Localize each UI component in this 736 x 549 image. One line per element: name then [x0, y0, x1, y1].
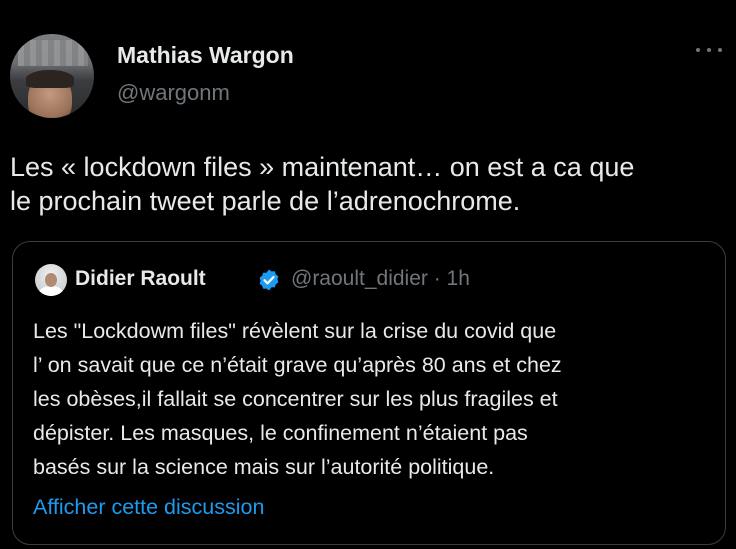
tweet-text: Les « lockdown files » maintenant… on es… [10, 152, 635, 216]
show-thread-link[interactable]: Afficher cette discussion [33, 495, 264, 520]
more-dot [718, 48, 722, 52]
more-horizontal-icon[interactable] [696, 42, 722, 58]
quoted-author-avatar[interactable] [35, 264, 67, 296]
more-dot [696, 48, 700, 52]
author-name[interactable]: Mathias Wargon [117, 42, 294, 69]
verified-badge-icon [259, 269, 279, 291]
avatar-face [45, 273, 57, 287]
author-handle[interactable]: @wargonm [117, 80, 230, 106]
avatar-coat [39, 286, 63, 296]
tweet-card: Mathias Wargon @wargonm Les « lockdown f… [0, 0, 736, 549]
author-avatar[interactable] [10, 34, 94, 118]
avatar-hair [26, 70, 74, 88]
more-dot [707, 48, 711, 52]
avatar-background [18, 40, 88, 66]
quoted-author-meta[interactable]: @raoult_didier · 1h [291, 267, 470, 291]
quoted-tweet[interactable]: Didier Raoult @raoult_didier · 1h Les "L… [12, 241, 726, 545]
quoted-tweet-text: Les "Lockdowm files" révèlent sur la cri… [33, 319, 562, 479]
quoted-author-name[interactable]: Didier Raoult [75, 267, 206, 291]
